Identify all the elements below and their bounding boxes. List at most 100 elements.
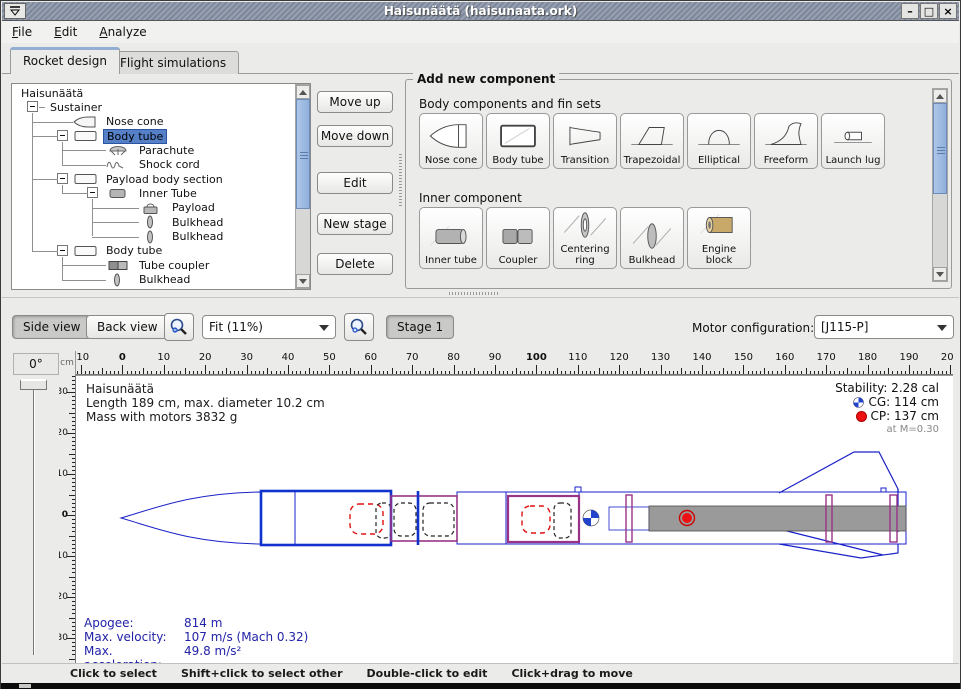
- scrollbar[interactable]: [295, 84, 311, 289]
- add-centering-ring-button[interactable]: Centering ring: [553, 207, 617, 269]
- ruler-label: 20: [59, 592, 68, 602]
- menu-item-edit[interactable]: Edit: [54, 25, 77, 39]
- chevron-down-icon: [319, 325, 329, 331]
- menu-item-analyze[interactable]: Analyze: [99, 25, 146, 39]
- tree-expander-icon[interactable]: [27, 101, 38, 112]
- tree-item-label[interactable]: Inner Tube: [136, 187, 200, 200]
- add-coupler-button[interactable]: Coupler: [486, 207, 550, 269]
- ruler-label: 80: [447, 352, 460, 363]
- tree-item-label[interactable]: Sustainer: [47, 101, 105, 114]
- tree-expander-icon[interactable]: [87, 187, 98, 198]
- body-tube-icon: [72, 129, 98, 143]
- scrollbar[interactable]: [932, 88, 948, 282]
- flight-stat-label: Apogee:: [84, 616, 184, 630]
- side-view-button[interactable]: Side view: [12, 315, 91, 339]
- add-elliptical-button[interactable]: Elliptical: [687, 113, 751, 169]
- maximize-icon[interactable]: □: [920, 3, 938, 19]
- tree-item-label[interactable]: Shock cord: [136, 158, 203, 171]
- tree-expander-icon[interactable]: [57, 130, 68, 141]
- ruler-unit-label: cm: [59, 351, 76, 375]
- close-icon[interactable]: ×: [939, 3, 957, 19]
- minimize-icon[interactable]: –: [901, 3, 919, 19]
- component-button-label: Inner tube: [425, 255, 477, 266]
- vertical-splitter-handle[interactable]: [399, 154, 402, 206]
- title-bar[interactable]: Haisunäätä (haisunaata.ork) – □ ×: [2, 2, 959, 21]
- magnifier-plus-icon: [349, 317, 369, 337]
- tree-item-label[interactable]: Haisunäätä: [18, 87, 86, 100]
- add-bulkhead-button[interactable]: Bulkhead: [620, 207, 684, 269]
- tree-item-label[interactable]: Bulkhead: [136, 273, 193, 286]
- motor-configuration-select[interactable]: [J115-P]: [814, 315, 954, 339]
- menu-bar: File Edit Analyze: [2, 21, 959, 43]
- rocket-design-canvas[interactable]: HaisunäätäLength 189 cm, max. diameter 1…: [76, 375, 953, 663]
- move-down-button[interactable]: Move down: [317, 125, 393, 147]
- scrollbar-thumb[interactable]: [933, 103, 947, 194]
- parachute-shape[interactable]: [350, 504, 383, 534]
- tab-rocket-design[interactable]: Rocket design: [10, 47, 120, 74]
- resize-notch: [19, 684, 31, 688]
- add-transition-button[interactable]: Transition: [553, 113, 617, 169]
- add-inner-tube-button[interactable]: Inner tube: [419, 207, 483, 269]
- ruler-label: 170: [817, 352, 836, 363]
- add-trapezoidal-button[interactable]: Trapezoidal: [620, 113, 684, 169]
- tree-item-label[interactable]: Body tube: [103, 244, 165, 257]
- inner-tube-icon: [422, 220, 480, 255]
- tree-expander-icon[interactable]: [57, 245, 68, 256]
- zoom-out-button[interactable]: [164, 313, 194, 341]
- new-stage-button[interactable]: New stage: [317, 213, 393, 235]
- cp-icon: [856, 411, 867, 422]
- magnifier-minus-icon: [169, 317, 189, 337]
- scroll-up-icon[interactable]: [296, 85, 310, 99]
- edit-button[interactable]: Edit: [317, 172, 393, 194]
- freeform-fin-icon: [757, 120, 815, 155]
- add-body-tube-button[interactable]: Body tube: [486, 113, 550, 169]
- delete-button[interactable]: Delete: [317, 253, 393, 275]
- tree-item-label[interactable]: Parachute: [136, 144, 197, 157]
- zoom-in-button[interactable]: [344, 313, 374, 341]
- tree-item-label[interactable]: Payload body section: [103, 173, 226, 186]
- stage-1-toggle[interactable]: Stage 1: [386, 315, 454, 339]
- flight-stat-value: 49.8 m/s²: [184, 644, 241, 663]
- back-view-button[interactable]: Back view: [86, 315, 169, 339]
- tree-item-label[interactable]: Body tube: [103, 129, 167, 144]
- scroll-down-icon[interactable]: [296, 274, 310, 288]
- horizontal-splitter-handle[interactable]: [449, 292, 499, 295]
- bulkhead-icon: [138, 230, 164, 244]
- tube-coupler-shape[interactable]: [508, 496, 579, 542]
- stability-info: Stability: 2.28 cal CG: 114 cm CP: 137 c…: [835, 381, 939, 437]
- launch-lug-shape[interactable]: [575, 487, 581, 492]
- tab-flight-simulations[interactable]: Flight simulations: [107, 51, 239, 74]
- zoom-level-select[interactable]: Fit (11%): [202, 315, 336, 339]
- add-nose-cone-button[interactable]: Nose cone: [419, 113, 483, 169]
- tree-item-label[interactable]: Bulkhead: [169, 216, 226, 229]
- rocket-info-text: HaisunäätäLength 189 cm, max. diameter 1…: [86, 382, 325, 424]
- tree-item-label[interactable]: Bulkhead: [169, 230, 226, 243]
- add-engine-block-button[interactable]: Engine block: [687, 207, 751, 269]
- menu-item-file[interactable]: File: [12, 25, 32, 39]
- tree-connector: [39, 107, 45, 108]
- tree-item-label[interactable]: Tube coupler: [136, 259, 212, 272]
- fin-set-shape[interactable]: [779, 452, 898, 558]
- elliptical-fin-icon: [690, 120, 748, 155]
- add-freeform-button[interactable]: Freeform: [754, 113, 818, 169]
- tree-expander-icon[interactable]: [57, 173, 68, 184]
- selected-body-tube-shape[interactable]: [261, 491, 391, 545]
- tree-connector: [92, 208, 139, 209]
- rotation-slider-handle[interactable]: [20, 379, 47, 390]
- tree-item-label[interactable]: Nose cone: [103, 115, 166, 128]
- shock-cord-icon: [105, 158, 131, 172]
- add-launch-lug-button[interactable]: Launch lug: [821, 113, 885, 169]
- nose-cone-shape[interactable]: [121, 492, 261, 544]
- info-line: Haisunäätä: [86, 382, 325, 396]
- ruler-label: 140: [692, 352, 711, 363]
- tree-item-label[interactable]: Payload: [169, 201, 218, 214]
- scrollbar-thumb[interactable]: [296, 99, 310, 209]
- tree-connector: [32, 136, 58, 137]
- inner-tube-icon: [105, 186, 131, 200]
- ruler-label: 10: [59, 551, 68, 561]
- move-up-button[interactable]: Move up: [317, 91, 393, 113]
- bottom-edge: [1, 683, 960, 689]
- scroll-up-icon[interactable]: [933, 89, 947, 103]
- scroll-down-icon[interactable]: [933, 267, 947, 281]
- component-tree[interactable]: HaisunäätäSustainerNose coneBody tubePar…: [11, 83, 311, 290]
